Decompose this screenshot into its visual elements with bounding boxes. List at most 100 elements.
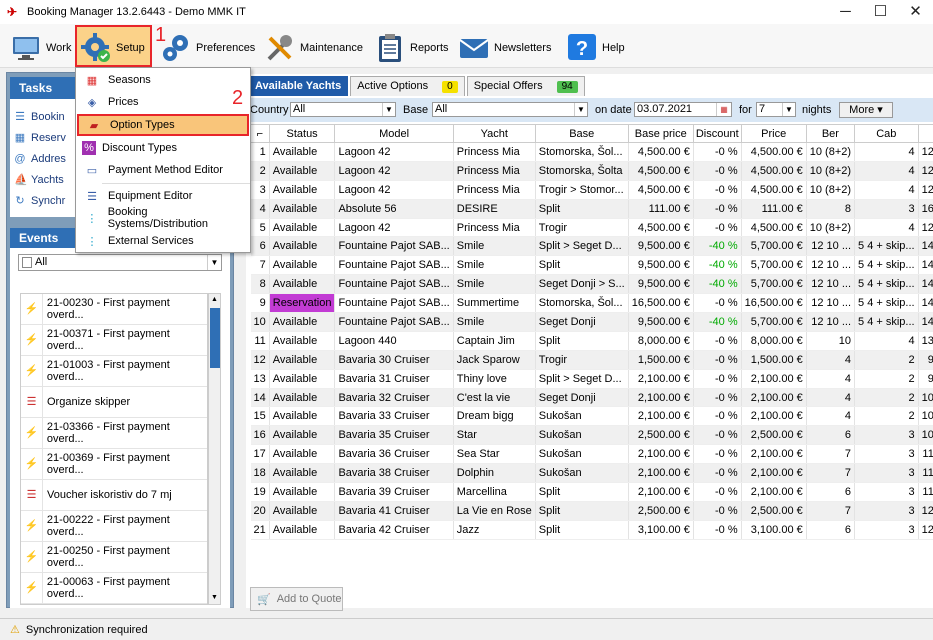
table-row[interactable]: 10 Available Fountaine Pajot SAB... Smile Se…: [250, 312, 933, 332]
menu-item-payment-method-editor[interactable]: ▭ Payment Method Editor: [77, 159, 249, 181]
table-row[interactable]: 11 Available Lagoon 440 Captain Jim Split 8,0…: [250, 331, 933, 351]
table-cell: -40 %: [693, 255, 742, 276]
maximize-button[interactable]: ☐: [863, 0, 898, 24]
table-row[interactable]: 14 Available Bavaria 32 Cruiser C'est la vi…: [250, 388, 933, 408]
add-to-quote-button[interactable]: 🛒 Add to Quote: [250, 587, 343, 611]
table-cell: 2: [250, 161, 270, 181]
date-input[interactable]: 03.07.2021 ▦: [634, 102, 732, 117]
column-header[interactable]: Yacht: [452, 124, 536, 143]
task-reservations[interactable]: ▦ Reserv: [14, 129, 66, 147]
events-scrollbar[interactable]: ▲ ▼: [208, 293, 221, 605]
list-item[interactable]: ⚡ 21-00369 - First payment overd...: [21, 449, 207, 480]
column-header[interactable]: Base price: [627, 124, 694, 143]
column-header[interactable]: Base: [534, 124, 629, 143]
more-button[interactable]: More ▾: [839, 102, 893, 118]
table-row[interactable]: 2 Available Lagoon 42 Princess Mia Stomorska…: [250, 161, 933, 181]
list-item[interactable]: ☰ Voucher iskoristiv do 7 mj: [21, 480, 207, 511]
column-header[interactable]: Discount: [692, 124, 742, 143]
alert-icon: ⚡: [21, 356, 43, 386]
list-item[interactable]: ⚡ 21-00063 - First payment overd...: [21, 573, 207, 604]
list-icon: ☰: [15, 111, 25, 123]
alert-icon: ⚡: [21, 294, 43, 324]
table-row[interactable]: 9 Reservation Fountaine Pajot SAB... Summer…: [250, 293, 933, 314]
column-header[interactable]: Price: [740, 124, 807, 143]
list-item[interactable]: ⚡ 21-00230 - First payment overd...: [21, 294, 207, 325]
column-header[interactable]: Status: [268, 124, 336, 143]
table-cell: Available: [269, 406, 336, 427]
table-cell: -0 %: [693, 406, 742, 427]
table-row[interactable]: 1 Available Lagoon 42 Princess Mia Stomorska…: [250, 142, 933, 162]
list-item[interactable]: ⚡ 21-01003 - First payment overd...: [21, 356, 207, 387]
app-icon: ✈: [7, 5, 18, 19]
column-header[interactable]: Cab: [854, 124, 919, 143]
table-cell: 111.00 €: [741, 199, 807, 219]
scroll-thumb[interactable]: [210, 308, 220, 368]
menu-item-prices[interactable]: ◈ Prices: [77, 91, 249, 113]
table-row[interactable]: 8 Available Fountaine Pajot SAB... Smile Seg…: [250, 274, 933, 295]
nights-select[interactable]: 7 ▼: [756, 102, 796, 117]
column-header[interactable]: Model: [334, 124, 454, 143]
list-item[interactable]: ⚡ 21-00371 - First payment overd...: [21, 325, 207, 356]
menu-item-equipment-editor[interactable]: ☰ Equipment Editor: [77, 185, 249, 207]
table-cell: Jack Sparow: [453, 350, 536, 370]
menu-item-discount-types[interactable]: % Discount Types: [77, 137, 249, 159]
task-yachts[interactable]: ⛵ Yachts: [14, 171, 64, 189]
table-cell: Bavaria 31 Cruiser: [334, 369, 454, 389]
country-select[interactable]: All ▼: [290, 102, 396, 117]
sort-corner[interactable]: ⌐: [250, 124, 270, 143]
table-row[interactable]: 3 Available Lagoon 42 Princess Mia Trogir > …: [250, 180, 933, 200]
table-cell: 4,500.00 €: [741, 142, 807, 162]
task-addresses[interactable]: @ Addres: [14, 150, 65, 168]
table-row[interactable]: 19 Available Bavaria 39 Cruiser Marcellina S…: [250, 482, 933, 502]
scroll-down-icon[interactable]: ▼: [209, 592, 220, 604]
newsletters-button[interactable]: Newsletters: [458, 28, 551, 68]
column-header[interactable]: Ber: [805, 124, 856, 143]
table-cell: 9.76 m: [918, 369, 933, 389]
table-cell: 4,500.00 €: [628, 142, 694, 162]
preferences-button[interactable]: Preferences: [160, 28, 255, 68]
table-row[interactable]: 13 Available Bavaria 31 Cruiser Thiny love S…: [250, 369, 933, 389]
minimize-button[interactable]: ─: [828, 0, 863, 24]
table-row[interactable]: 4 Available Absolute 56 DESIRE Split 111.00 €…: [250, 199, 933, 219]
table-row[interactable]: 5 Available Lagoon 42 Princess Mia Trogir 4,5…: [250, 218, 933, 238]
tab-available-yachts[interactable]: Available Yachts: [248, 76, 349, 96]
filter-bar: Country All ▼ Base All ▼ on date 03.07.202…: [246, 98, 933, 122]
table-row[interactable]: 15 Available Bavaria 33 Cruiser Dream bigg S…: [250, 406, 933, 427]
task-bookings[interactable]: ☰ Bookin: [14, 108, 65, 126]
work-button[interactable]: Work: [10, 28, 71, 68]
table-cell: 14.98 m: [918, 236, 933, 257]
menu-item-booking-systems[interactable]: ⋮ Booking Systems/Distribution: [77, 206, 249, 230]
table-row[interactable]: 7 Available Fountaine Pajot SAB... Smile Spl…: [250, 255, 933, 276]
table-row[interactable]: 12 Available Bavaria 30 Cruiser Jack Sparow…: [250, 350, 933, 370]
table-row[interactable]: 20 Available Bavaria 41 Cruiser La Vie en R…: [250, 501, 933, 521]
list-item[interactable]: ⚡ 21-00222 - First payment overd...: [21, 511, 207, 542]
table-row[interactable]: 18 Available Bavaria 38 Cruiser Dolphin Suko…: [250, 463, 933, 484]
menu-item-option-types[interactable]: ▰ Option Types: [77, 114, 249, 136]
scroll-up-icon[interactable]: ▲: [209, 294, 220, 306]
menu-item-seasons[interactable]: ▦ Seasons: [77, 69, 249, 91]
events-filter-select[interactable]: All ▼: [18, 254, 222, 271]
table-cell: 3: [854, 463, 919, 484]
table-cell: 8: [806, 199, 856, 219]
list-item[interactable]: ☰ Organize skipper: [21, 387, 207, 418]
list-item[interactable]: ⚡ 21-03366 - First payment overd...: [21, 418, 207, 449]
help-button[interactable]: ? Help: [566, 28, 625, 68]
list-item[interactable]: ⚡ 21-00250 - First payment overd...: [21, 542, 207, 573]
table-row[interactable]: 16 Available Bavaria 35 Cruiser Star Sukošan…: [250, 425, 933, 446]
reports-button[interactable]: Reports: [374, 28, 449, 68]
tab-special-offers[interactable]: Special Offers 94: [466, 76, 585, 96]
task-synchronization[interactable]: ↻ Synchr: [14, 192, 65, 210]
calendar-icon[interactable]: ▦: [716, 103, 731, 116]
table-cell: Princess Mia: [453, 180, 536, 200]
table-cell: DESIRE: [453, 199, 536, 219]
column-header[interactable]: Len: [917, 124, 933, 143]
close-button[interactable]: ✕: [898, 0, 933, 24]
maintenance-button[interactable]: Maintenance: [264, 28, 363, 68]
table-row[interactable]: 6 Available Fountaine Pajot SAB... Smile Spl…: [250, 236, 933, 257]
menu-item-external-services[interactable]: ⋮ External Services: [77, 230, 249, 252]
table-row[interactable]: 17 Available Bavaria 36 Cruiser Sea Star Suk…: [250, 444, 933, 465]
tab-active-options[interactable]: Active Options 0: [350, 76, 465, 96]
table-row[interactable]: 21 Available Bavaria 42 Cruiser Jazz Split 3,…: [250, 520, 933, 540]
setup-button[interactable]: Setup: [80, 28, 145, 68]
base-select[interactable]: All ▼: [432, 102, 588, 117]
